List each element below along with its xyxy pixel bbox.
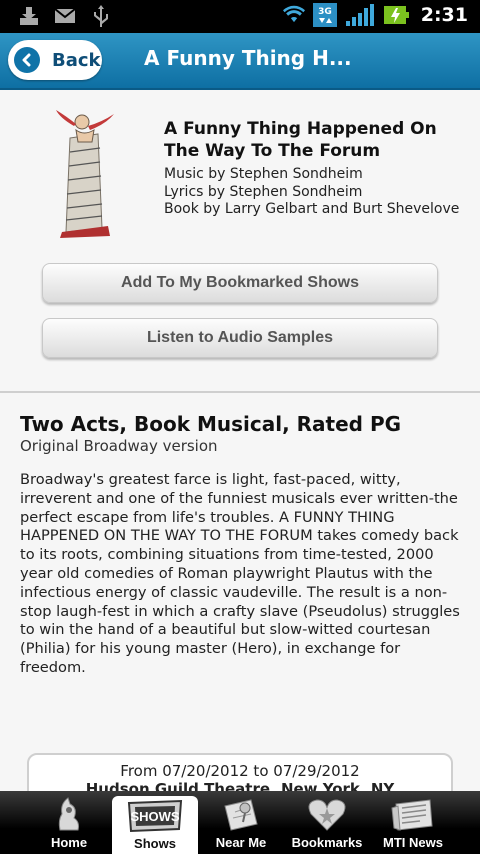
tab-near-me-label: Near Me — [215, 835, 267, 850]
page-title: A Funny Thing H... — [144, 46, 352, 70]
signal-icon — [345, 4, 375, 26]
credit-lyrics: Lyrics by Stephen Sondheim — [164, 183, 363, 200]
tab-home-label: Home — [50, 835, 88, 850]
svg-text:SHOWS: SHOWS — [130, 809, 179, 824]
credit-music: Music by Stephen Sondheim — [164, 166, 363, 182]
usb-icon — [90, 5, 112, 27]
tab-bookmarks-label: Bookmarks — [291, 835, 363, 850]
status-time: 2:31 — [420, 4, 468, 26]
wifi-icon — [282, 4, 305, 26]
tab-mti-news-label: MTI News — [383, 835, 443, 850]
add-bookmark-button[interactable]: Add To My Bookmarked Shows — [42, 263, 438, 303]
svg-text:3G: 3G — [318, 7, 332, 17]
show-title: A Funny Thing Happened On The Way To The… — [164, 119, 437, 161]
back-button[interactable]: Back — [8, 40, 102, 80]
show-credits: Music by Stephen Sondheim Lyrics by Step… — [164, 166, 464, 219]
tab-mti-news[interactable]: MTI News — [370, 791, 456, 854]
gmail-icon — [54, 5, 76, 27]
back-button-label: Back — [52, 49, 101, 71]
tab-home[interactable]: Home — [26, 791, 112, 854]
newspaper-icon — [383, 795, 443, 835]
show-description: Broadway's greatest farce is light, fast… — [20, 471, 460, 676]
shows-icon: SHOWS — [125, 796, 185, 836]
production-dates: From 07/20/2012 to 07/29/2012 — [120, 762, 360, 780]
show-details-heading: Two Acts, Book Musical, Rated PG — [20, 412, 402, 436]
back-arrow-icon — [14, 47, 40, 73]
app-header: Back A Funny Thing H... — [0, 33, 480, 90]
battery-charging-icon — [383, 4, 409, 26]
map-pin-icon — [211, 795, 271, 835]
3g-icon: 3G — [312, 3, 337, 27]
download-icon — [18, 5, 40, 27]
section-divider — [0, 391, 480, 393]
tab-shows[interactable]: SHOWS Shows — [112, 796, 198, 854]
tab-bookmarks[interactable]: Bookmarks — [284, 791, 370, 854]
credit-book: Book by Larry Gelbart and Burt Shevelove — [164, 201, 460, 217]
show-version: Original Broadway version — [20, 437, 218, 455]
bottom-tab-bar: Home SHOWS Shows Near Me Bookmarks MTI N… — [0, 791, 480, 854]
show-poster-image — [52, 108, 118, 238]
audio-samples-button[interactable]: Listen to Audio Samples — [42, 318, 438, 358]
status-bar: 3G 2:31 — [0, 0, 480, 33]
home-icon — [39, 795, 99, 835]
tab-near-me[interactable]: Near Me — [198, 791, 284, 854]
tab-shows-label: Shows — [134, 836, 176, 851]
heart-icon — [297, 795, 357, 835]
